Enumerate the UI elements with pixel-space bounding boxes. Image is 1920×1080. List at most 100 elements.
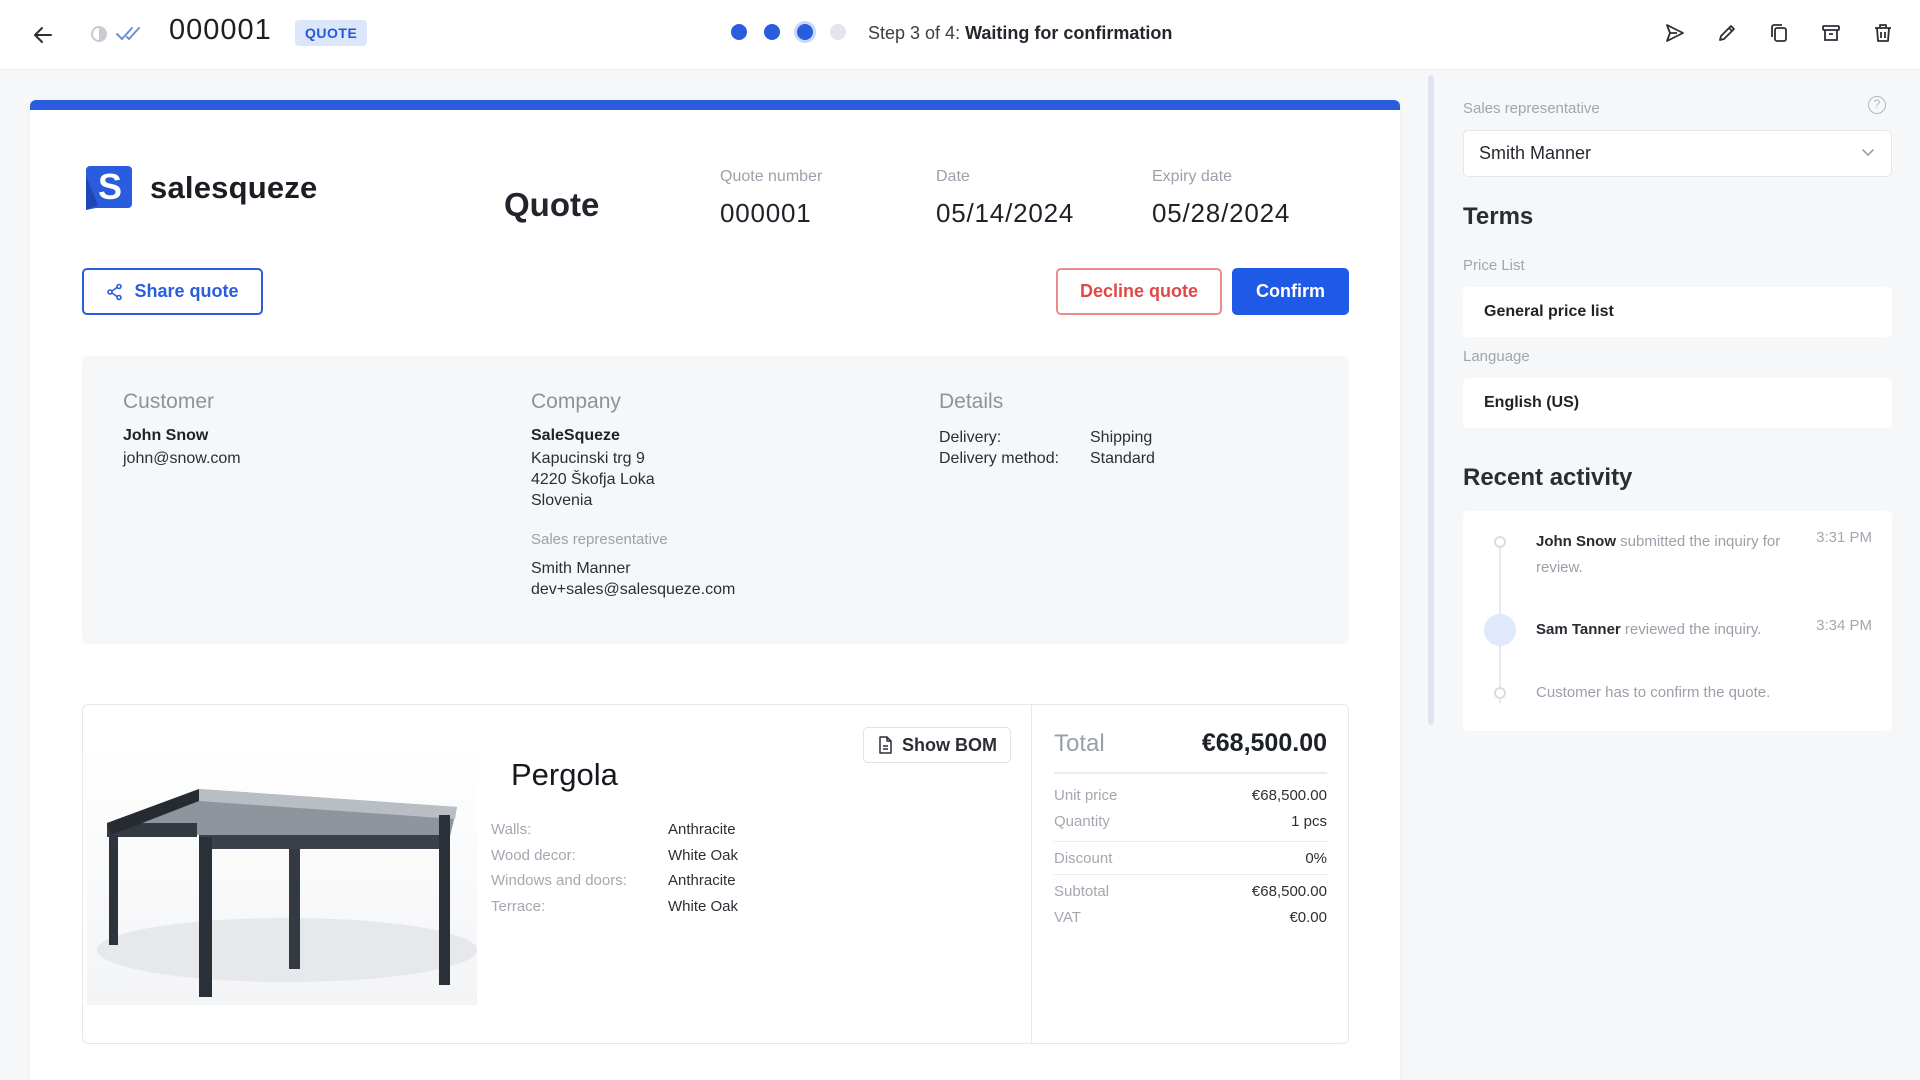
help-icon[interactable]: ? (1868, 96, 1886, 114)
brand-logo: S salesqueze (82, 162, 317, 214)
total-row: Total €68,500.00 (1054, 729, 1327, 774)
customer-name: John Snow (123, 427, 209, 444)
language-field[interactable]: English (US) (1463, 378, 1892, 428)
share-icon (107, 283, 123, 300)
discount-label: Discount (1054, 850, 1113, 867)
divider (1054, 841, 1327, 842)
quote-title: Quote (504, 186, 600, 223)
details-heading: Details (939, 390, 1004, 413)
quantity-value: 1 pcs (1291, 813, 1327, 830)
quantity-label: Quantity (1054, 813, 1110, 830)
quote-number-label: Quote number (720, 168, 823, 185)
step-prefix: Step 3 of 4: (868, 23, 961, 43)
delete-button[interactable] (1868, 18, 1898, 48)
activity-text: reviewed the inquiry. (1620, 621, 1762, 638)
option-key: Wood decor: (491, 846, 576, 864)
timeline-dot-active (1484, 614, 1516, 646)
step-progress (731, 24, 846, 40)
detail-key: Delivery: (939, 429, 1002, 446)
document-type-badge: QUOTE (295, 20, 368, 46)
back-button[interactable] (28, 20, 58, 50)
chevron-down-icon (1862, 149, 1874, 157)
quote-date-block: Date 05/14/2024 (936, 168, 1074, 229)
divider (1054, 874, 1327, 875)
brand-name: salesqueze (150, 170, 318, 205)
option-row: Walls: Anthracite (491, 817, 738, 843)
expiry-date-block: Expiry date 05/28/2024 (1152, 168, 1290, 229)
confirm-button[interactable]: Confirm (1232, 268, 1349, 315)
activity-item: Sam Tanner reviewed the inquiry. (1536, 617, 1794, 643)
step-dot-1 (731, 24, 747, 40)
document-icon (879, 736, 892, 754)
expiry-date-label: Expiry date (1152, 168, 1233, 185)
company-rep-name: Smith Manner (531, 560, 631, 577)
option-row: Terrace: White Oak (491, 894, 738, 920)
option-value: White Oak (668, 846, 739, 864)
company-address-line1: Kapucinski trg 9 (531, 450, 645, 467)
arrow-left-icon (34, 27, 52, 43)
discount-value: 0% (1305, 850, 1327, 867)
quote-date-label: Date (936, 168, 970, 185)
price-list-label: Price List (1463, 257, 1525, 274)
activity-actor: John Snow (1536, 533, 1616, 550)
logo-mark-icon: S (82, 162, 136, 214)
product-line-item: Pergola Show BOM Walls: Anthracite Wood d… (82, 704, 1349, 1044)
toolbar (1660, 18, 1898, 48)
duplicate-button[interactable] (1764, 18, 1794, 48)
option-row: Wood decor: White Oak (491, 843, 738, 869)
edit-button[interactable] (1712, 18, 1742, 48)
scrollbar[interactable] (1428, 75, 1434, 725)
company-name: SaleSqueze (531, 427, 620, 444)
trash-icon (1875, 24, 1891, 42)
step-label: Waiting for confirmation (965, 23, 1173, 43)
customer-heading: Customer (123, 390, 215, 413)
quote-number-value: 000001 (720, 198, 812, 228)
sales-rep-label: Sales representative (1463, 100, 1600, 117)
show-bom-button[interactable]: Show BOM (863, 727, 1011, 763)
top-bar: 000001 QUOTE Step 3 of 4: Waiting for co… (0, 0, 1920, 70)
option-value: Anthracite (668, 872, 736, 889)
subtotal-row: Subtotal €68,500.00 (1054, 879, 1327, 905)
pencil-icon (1719, 25, 1735, 41)
option-value: Anthracite (668, 821, 736, 838)
activity-time: 3:31 PM (1816, 529, 1872, 546)
recent-activity-heading: Recent activity (1463, 464, 1633, 491)
archive-button[interactable] (1816, 18, 1846, 48)
step-dot-3 (797, 24, 813, 40)
step-dot-4 (830, 24, 846, 40)
decline-quote-button[interactable]: Decline quote (1056, 268, 1222, 315)
pergola-image (87, 745, 477, 1005)
company-country: Slovenia (531, 492, 593, 509)
detail-value: Shipping (1090, 429, 1153, 446)
option-key: Windows and doors: (491, 872, 627, 889)
activity-time: 3:34 PM (1816, 617, 1872, 634)
vat-label: VAT (1054, 909, 1081, 926)
quote-number-block: Quote number 000001 (720, 168, 822, 229)
sales-rep-select[interactable]: Smith Manner (1463, 130, 1892, 177)
send-button[interactable] (1660, 18, 1690, 48)
copy-icon (1771, 24, 1787, 42)
show-bom-label: Show BOM (902, 734, 997, 755)
quantity-row: Quantity 1 pcs (1054, 809, 1327, 835)
document-number: 000001 (169, 14, 272, 46)
vat-value: €0.00 (1289, 909, 1327, 926)
activity-actor: Sam Tanner (1536, 621, 1621, 638)
status-icons (88, 22, 144, 44)
logo-letter: S (98, 166, 123, 207)
unit-price-value: €68,500.00 (1251, 787, 1327, 804)
company-heading: Company (531, 390, 621, 413)
detail-value: Standard (1090, 450, 1155, 467)
unit-price-row: Unit price €68,500.00 (1054, 783, 1327, 809)
share-quote-button[interactable]: Share quote (82, 268, 263, 315)
company-rep-email: dev+sales@salesqueze.com (531, 581, 736, 598)
price-list-field[interactable]: General price list (1463, 287, 1892, 337)
discount-row: Discount 0% (1054, 846, 1327, 872)
company-section: Company SaleSqueze Kapucinski trg 9 4220… (531, 390, 735, 600)
share-quote-label: Share quote (134, 281, 239, 301)
activity-item: Customer has to confirm the quote. (1536, 680, 1794, 706)
step-status: Step 3 of 4: Waiting for confirmation (868, 23, 1172, 44)
product-options: Walls: Anthracite Wood decor: White Oak Wi… (491, 817, 738, 919)
company-rep-label: Sales representative (531, 531, 668, 548)
expiry-date-value: 05/28/2024 (1152, 198, 1291, 228)
archive-icon (1822, 25, 1840, 41)
